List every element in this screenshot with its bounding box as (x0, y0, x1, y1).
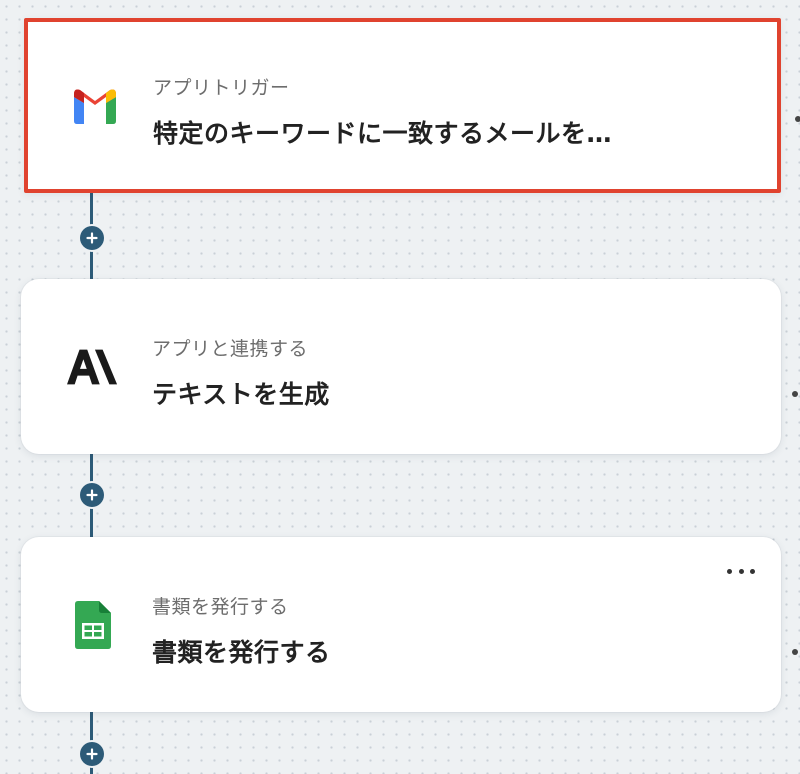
plus-icon (86, 489, 98, 501)
step-type-label: アプリトリガー (153, 77, 290, 99)
step-type-label: 書類を発行する (152, 596, 289, 618)
add-step-button[interactable] (80, 742, 104, 766)
more-dot-icon (750, 568, 755, 574)
add-step-button[interactable] (80, 226, 104, 250)
google-sheets-icon (67, 599, 119, 651)
connection-handle[interactable] (795, 116, 800, 122)
connection-handle[interactable] (792, 649, 798, 655)
gmail-icon (69, 80, 121, 132)
plus-icon (86, 748, 98, 760)
more-options-button[interactable] (727, 563, 755, 579)
connection-handle[interactable] (792, 391, 798, 397)
step-title: テキストを生成 (152, 380, 330, 409)
step-type-label: アプリと連携する (152, 338, 309, 360)
flow-step-card-generate-text[interactable]: アプリと連携する テキストを生成 (21, 279, 798, 454)
step-title: 特定のキーワードに一致するメールを… (153, 119, 613, 148)
add-step-button[interactable] (80, 483, 104, 507)
flow-step-card-issue-document[interactable]: 書類を発行する 書類を発行する (21, 537, 798, 712)
flow-step-card-gmail-trigger[interactable]: アプリトリガー 特定のキーワードに一致するメールを… (24, 18, 800, 193)
anthropic-icon (67, 341, 119, 393)
more-dot-icon (738, 568, 744, 574)
plus-icon (86, 232, 98, 244)
more-dot-icon (727, 568, 732, 574)
step-title: 書類を発行する (152, 638, 331, 667)
